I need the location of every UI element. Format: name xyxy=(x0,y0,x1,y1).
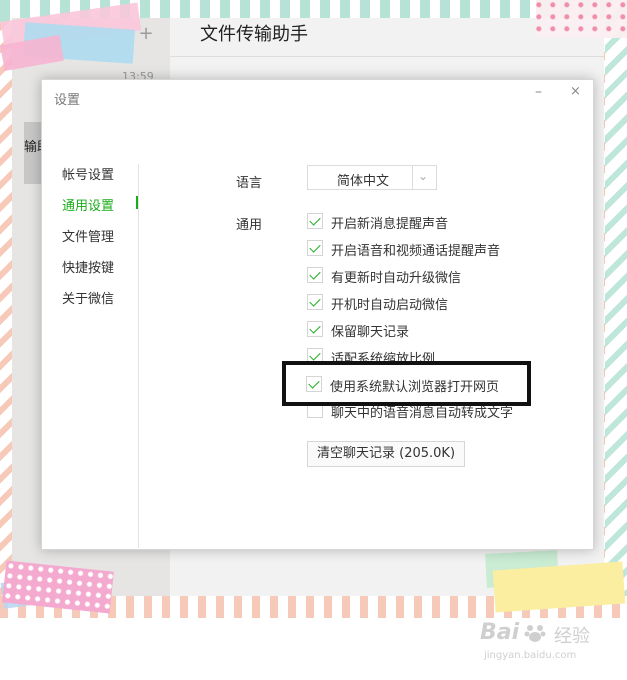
checkbox[interactable] xyxy=(307,294,323,310)
general-label: 通用 xyxy=(236,218,263,233)
watermark-brand: Bai xyxy=(480,620,520,645)
option-label: 使用系统默认浏览器打开网页 xyxy=(330,380,500,395)
option-label: 开机时自动启动微信 xyxy=(331,298,449,313)
check-icon xyxy=(309,214,321,226)
check-icon xyxy=(309,349,321,361)
check-icon xyxy=(309,241,321,253)
clear-chat-history-button[interactable]: 清空聊天记录 (205.0K) xyxy=(307,441,466,467)
nav-item-about[interactable]: 关于微信 xyxy=(62,288,114,307)
highlight-annotation-box: 使用系统默认浏览器打开网页 xyxy=(282,361,531,406)
baidu-jingyan-watermark: Bai 经验 jingyan.baidu.com xyxy=(480,620,610,666)
checkbox[interactable] xyxy=(307,267,323,283)
check-icon xyxy=(309,268,321,280)
language-label: 语言 xyxy=(236,176,263,191)
watermark-brand-cn: 经验 xyxy=(554,626,590,647)
nav-item-file-management[interactable]: 文件管理 xyxy=(62,226,114,245)
dialog-title: 设置 xyxy=(54,93,81,108)
watermark-url: jingyan.baidu.com xyxy=(484,650,577,661)
chevron-down-icon: ⌄ xyxy=(418,169,429,183)
nav-item-shortcuts[interactable]: 快捷按键 xyxy=(62,257,114,276)
paw-icon xyxy=(524,625,546,642)
checkbox[interactable] xyxy=(307,213,323,229)
check-icon xyxy=(308,377,320,389)
chat-title: 文件传输助手 xyxy=(200,24,308,45)
option-label: 开启新消息提醒声音 xyxy=(331,217,449,232)
nav-item-general-settings[interactable]: 通用设置 xyxy=(62,195,114,214)
minimize-icon[interactable]: – xyxy=(535,84,542,100)
check-icon xyxy=(309,322,321,334)
checkbox[interactable] xyxy=(307,321,323,337)
language-select[interactable]: 简体中文 ⌄ xyxy=(307,165,437,190)
close-icon[interactable]: × xyxy=(570,84,581,99)
check-icon xyxy=(309,295,321,307)
checkbox[interactable] xyxy=(307,240,323,256)
select-divider xyxy=(412,166,413,189)
washi-tape-floral xyxy=(536,0,627,38)
settings-dialog: 设置 – × 帐号设置 通用设置 文件管理 快捷按键 关于微信 语言 简体中文 … xyxy=(41,79,594,550)
checkbox[interactable] xyxy=(306,376,322,392)
option-label: 有更新时自动升级微信 xyxy=(331,271,462,286)
nav-divider xyxy=(138,164,139,548)
option-label: 开启语音和视频通话提醒声音 xyxy=(331,244,501,259)
chat-header-divider xyxy=(170,56,604,57)
option-label: 保留聊天记录 xyxy=(331,325,410,340)
language-select-value: 简体中文 xyxy=(337,174,390,189)
nav-item-account-settings[interactable]: 帐号设置 xyxy=(62,164,114,183)
decorative-strip-right xyxy=(605,0,627,618)
